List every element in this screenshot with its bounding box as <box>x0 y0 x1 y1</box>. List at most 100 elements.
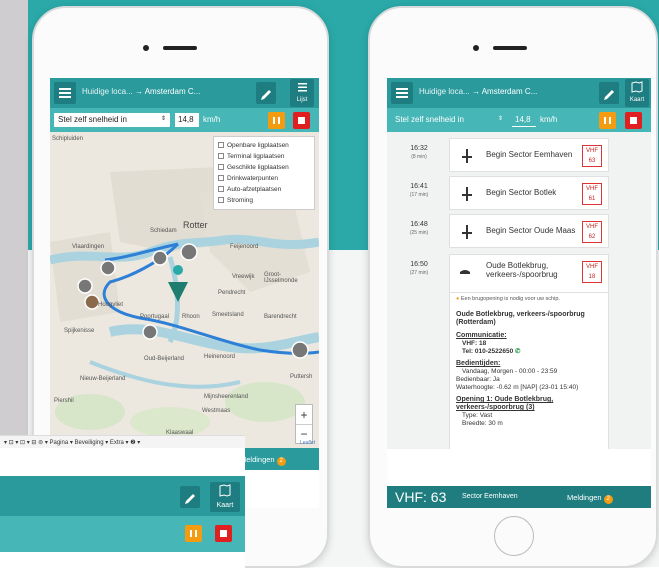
map-label: Heinenoord <box>204 354 236 360</box>
stop-button[interactable] <box>215 525 232 542</box>
map-toggle-button[interactable]: Kaart <box>210 482 240 512</box>
phone-icon: ✆ <box>515 348 521 355</box>
desktop-speed-bar <box>0 516 245 552</box>
map-label: Spijkenisse <box>64 328 95 334</box>
meldingen-badge: 2 <box>276 457 286 466</box>
meldingen-button[interactable]: Meldingen 2 <box>240 455 286 466</box>
map-icon <box>631 81 643 93</box>
desktop-app-header: Kaart <box>0 476 245 516</box>
list-item[interactable]: 16:41 (17 min) Begin Sector Botlek VHF 61 <box>395 176 609 212</box>
speed-input[interactable]: 14,8 <box>175 113 199 127</box>
route-list: 16:32 (8 min) Begin Sector Eemhaven VHF 63… <box>387 132 651 449</box>
speed-unit: km/h <box>540 115 558 124</box>
map-layer-legend: Openbare ligplaatsen Terminal ligplaatse… <box>213 136 315 210</box>
legend-item[interactable]: Terminal ligplaatsen <box>218 151 310 162</box>
legend-item[interactable]: Auto-afzetplaatsen <box>218 184 310 195</box>
app-header: Huidige loca... → Amsterdam C... Lijst <box>50 78 319 108</box>
speed-bar: Stel zelf snelheid in ⇕ 14,8 km/h <box>50 108 319 132</box>
waterhoogte: Waterhoogte: -0.62 m [NAP] (23-01 15:40) <box>456 384 579 391</box>
map-label: Barendrecht <box>264 314 297 320</box>
list-item[interactable]: 16:48 (25 min) Begin Sector Oude Maas VHF… <box>395 214 609 250</box>
checkbox-icon <box>218 175 224 181</box>
pause-button[interactable] <box>599 112 616 129</box>
app-header: Huidige loca... → Amsterdam C... Kaart <box>387 78 651 108</box>
vhf-badge: VHF 63 <box>582 145 602 167</box>
legend-item[interactable]: Openbare ligplaatsen <box>218 140 310 151</box>
map-label: Puttersh <box>290 374 313 380</box>
browser-toolbar[interactable]: ▾ ⊡ ▾ ⊡ ▾ ⊟ ⊜ ▾ Pagina ▾ Beveiliging ▾ E… <box>0 436 245 448</box>
edit-route-button[interactable] <box>599 82 619 104</box>
detail-title: Oude Botlekbrug, verkeers-/spoorbrug (Ro… <box>456 311 585 326</box>
zoom-in-button[interactable]: + <box>296 405 312 425</box>
meldingen-button[interactable]: Meldingen 2 <box>567 493 613 504</box>
menu-icon[interactable] <box>391 82 413 104</box>
map-toggle-label: Kaart <box>629 97 645 103</box>
opening-type: Type: Vast <box>462 412 493 419</box>
comm-tel[interactable]: Tel: 010-2522650 ✆ <box>456 348 602 356</box>
checkbox-icon <box>218 197 224 203</box>
legend-item[interactable]: Drinkwaterpunten <box>218 173 310 184</box>
route-title[interactable]: Huidige loca... → Amsterdam C... <box>82 87 200 96</box>
item-label: Begin Sector Oude Maas <box>486 226 576 235</box>
legend-label: Stroming <box>227 197 254 204</box>
menu-icon[interactable] <box>54 82 76 104</box>
bridge-icon <box>460 270 470 274</box>
pause-button[interactable] <box>268 112 285 129</box>
phone-list: Huidige loca... → Amsterdam C... Kaart S… <box>368 6 658 568</box>
list-bottom-bar: VHF: 63 Sector Eemhaven Meldingen 2 <box>387 486 651 508</box>
list-screen: Huidige loca... → Amsterdam C... Kaart S… <box>387 78 651 508</box>
map-label: Smeetsland <box>212 312 244 318</box>
map-attribution[interactable]: Leaflet <box>300 440 315 446</box>
list-toggle-button[interactable]: Lijst <box>290 79 314 107</box>
map-label: Piershil <box>54 398 74 404</box>
select-arrow-icon: ⇕ <box>160 116 166 122</box>
legend-label: Drinkwaterpunten <box>227 175 278 182</box>
speed-select[interactable]: Stel zelf snelheid in ⇕ <box>54 113 170 127</box>
meldingen-label: Meldingen <box>240 455 275 464</box>
route-from: Huidige loca... <box>419 87 470 96</box>
pause-button[interactable] <box>185 525 202 542</box>
phone-speaker <box>493 46 527 50</box>
legend-label: Openbare ligplaatsen <box>227 142 289 149</box>
speed-input-value: 14,8 <box>178 115 194 124</box>
legend-item[interactable]: Geschikte ligplaatsen <box>218 162 310 173</box>
pencil-icon <box>261 90 271 100</box>
checkbox-icon <box>218 142 224 148</box>
map-label: Mijnsheerenland <box>204 394 249 400</box>
map-toggle-button[interactable]: Kaart <box>625 79 649 107</box>
stop-button[interactable] <box>625 112 642 129</box>
legend-item[interactable]: Stroming <box>218 195 310 206</box>
checkbox-icon <box>218 164 224 170</box>
opening-breedte: Breedte: 30 m <box>462 420 503 427</box>
edit-route-button[interactable] <box>256 82 276 104</box>
speed-input[interactable]: 14,8 <box>512 113 536 127</box>
route-arrow: → <box>471 87 480 96</box>
bedienbaar: Bedienbaar: Ja <box>456 376 500 383</box>
route-title[interactable]: Huidige loca... → Amsterdam C... <box>419 87 537 96</box>
home-button[interactable] <box>494 516 534 556</box>
map-label: Westmaas <box>202 408 231 414</box>
item-time: 16:48 (25 min) <box>409 221 429 236</box>
phone-speaker <box>163 46 197 50</box>
meldingen-badge: 2 <box>603 495 613 504</box>
note-dot-icon: ● <box>456 296 460 302</box>
vhf-badge: VHF 62 <box>582 221 602 243</box>
list-toggle-label: Lijst <box>296 97 308 103</box>
speed-select-value: Stel zelf snelheid in <box>58 115 127 124</box>
map-label: Rotter <box>183 220 208 230</box>
list-item[interactable]: 16:32 (8 min) Begin Sector Eemhaven VHF 63 <box>395 138 609 174</box>
list-item[interactable]: 16:50 (27 min) Oude Botlekbrug, verkeers-… <box>395 254 609 294</box>
item-time: 16:41 (17 min) <box>409 183 429 198</box>
speed-select[interactable]: Stel zelf snelheid in ⇕ <box>391 113 507 127</box>
legend-label: Auto-afzetplaatsen <box>227 186 282 193</box>
item-card: Begin Sector Botlek VHF 61 <box>449 176 609 210</box>
stop-button[interactable] <box>293 112 310 129</box>
map-label: Groot- IJsselmonde <box>264 272 298 284</box>
item-label: Oude Botlekbrug, verkeers-/spoorbrug <box>486 261 558 279</box>
route-to: Amsterdam C... <box>481 87 538 96</box>
edit-route-button[interactable] <box>180 486 200 508</box>
sector-marker-icon <box>462 149 472 163</box>
map-label: Hoogvliet <box>98 302 124 308</box>
legend-label: Geschikte ligplaatsen <box>227 164 289 171</box>
map-view[interactable]: Schipluiden Vlaardingen Schiedam Rotter … <box>50 132 319 448</box>
